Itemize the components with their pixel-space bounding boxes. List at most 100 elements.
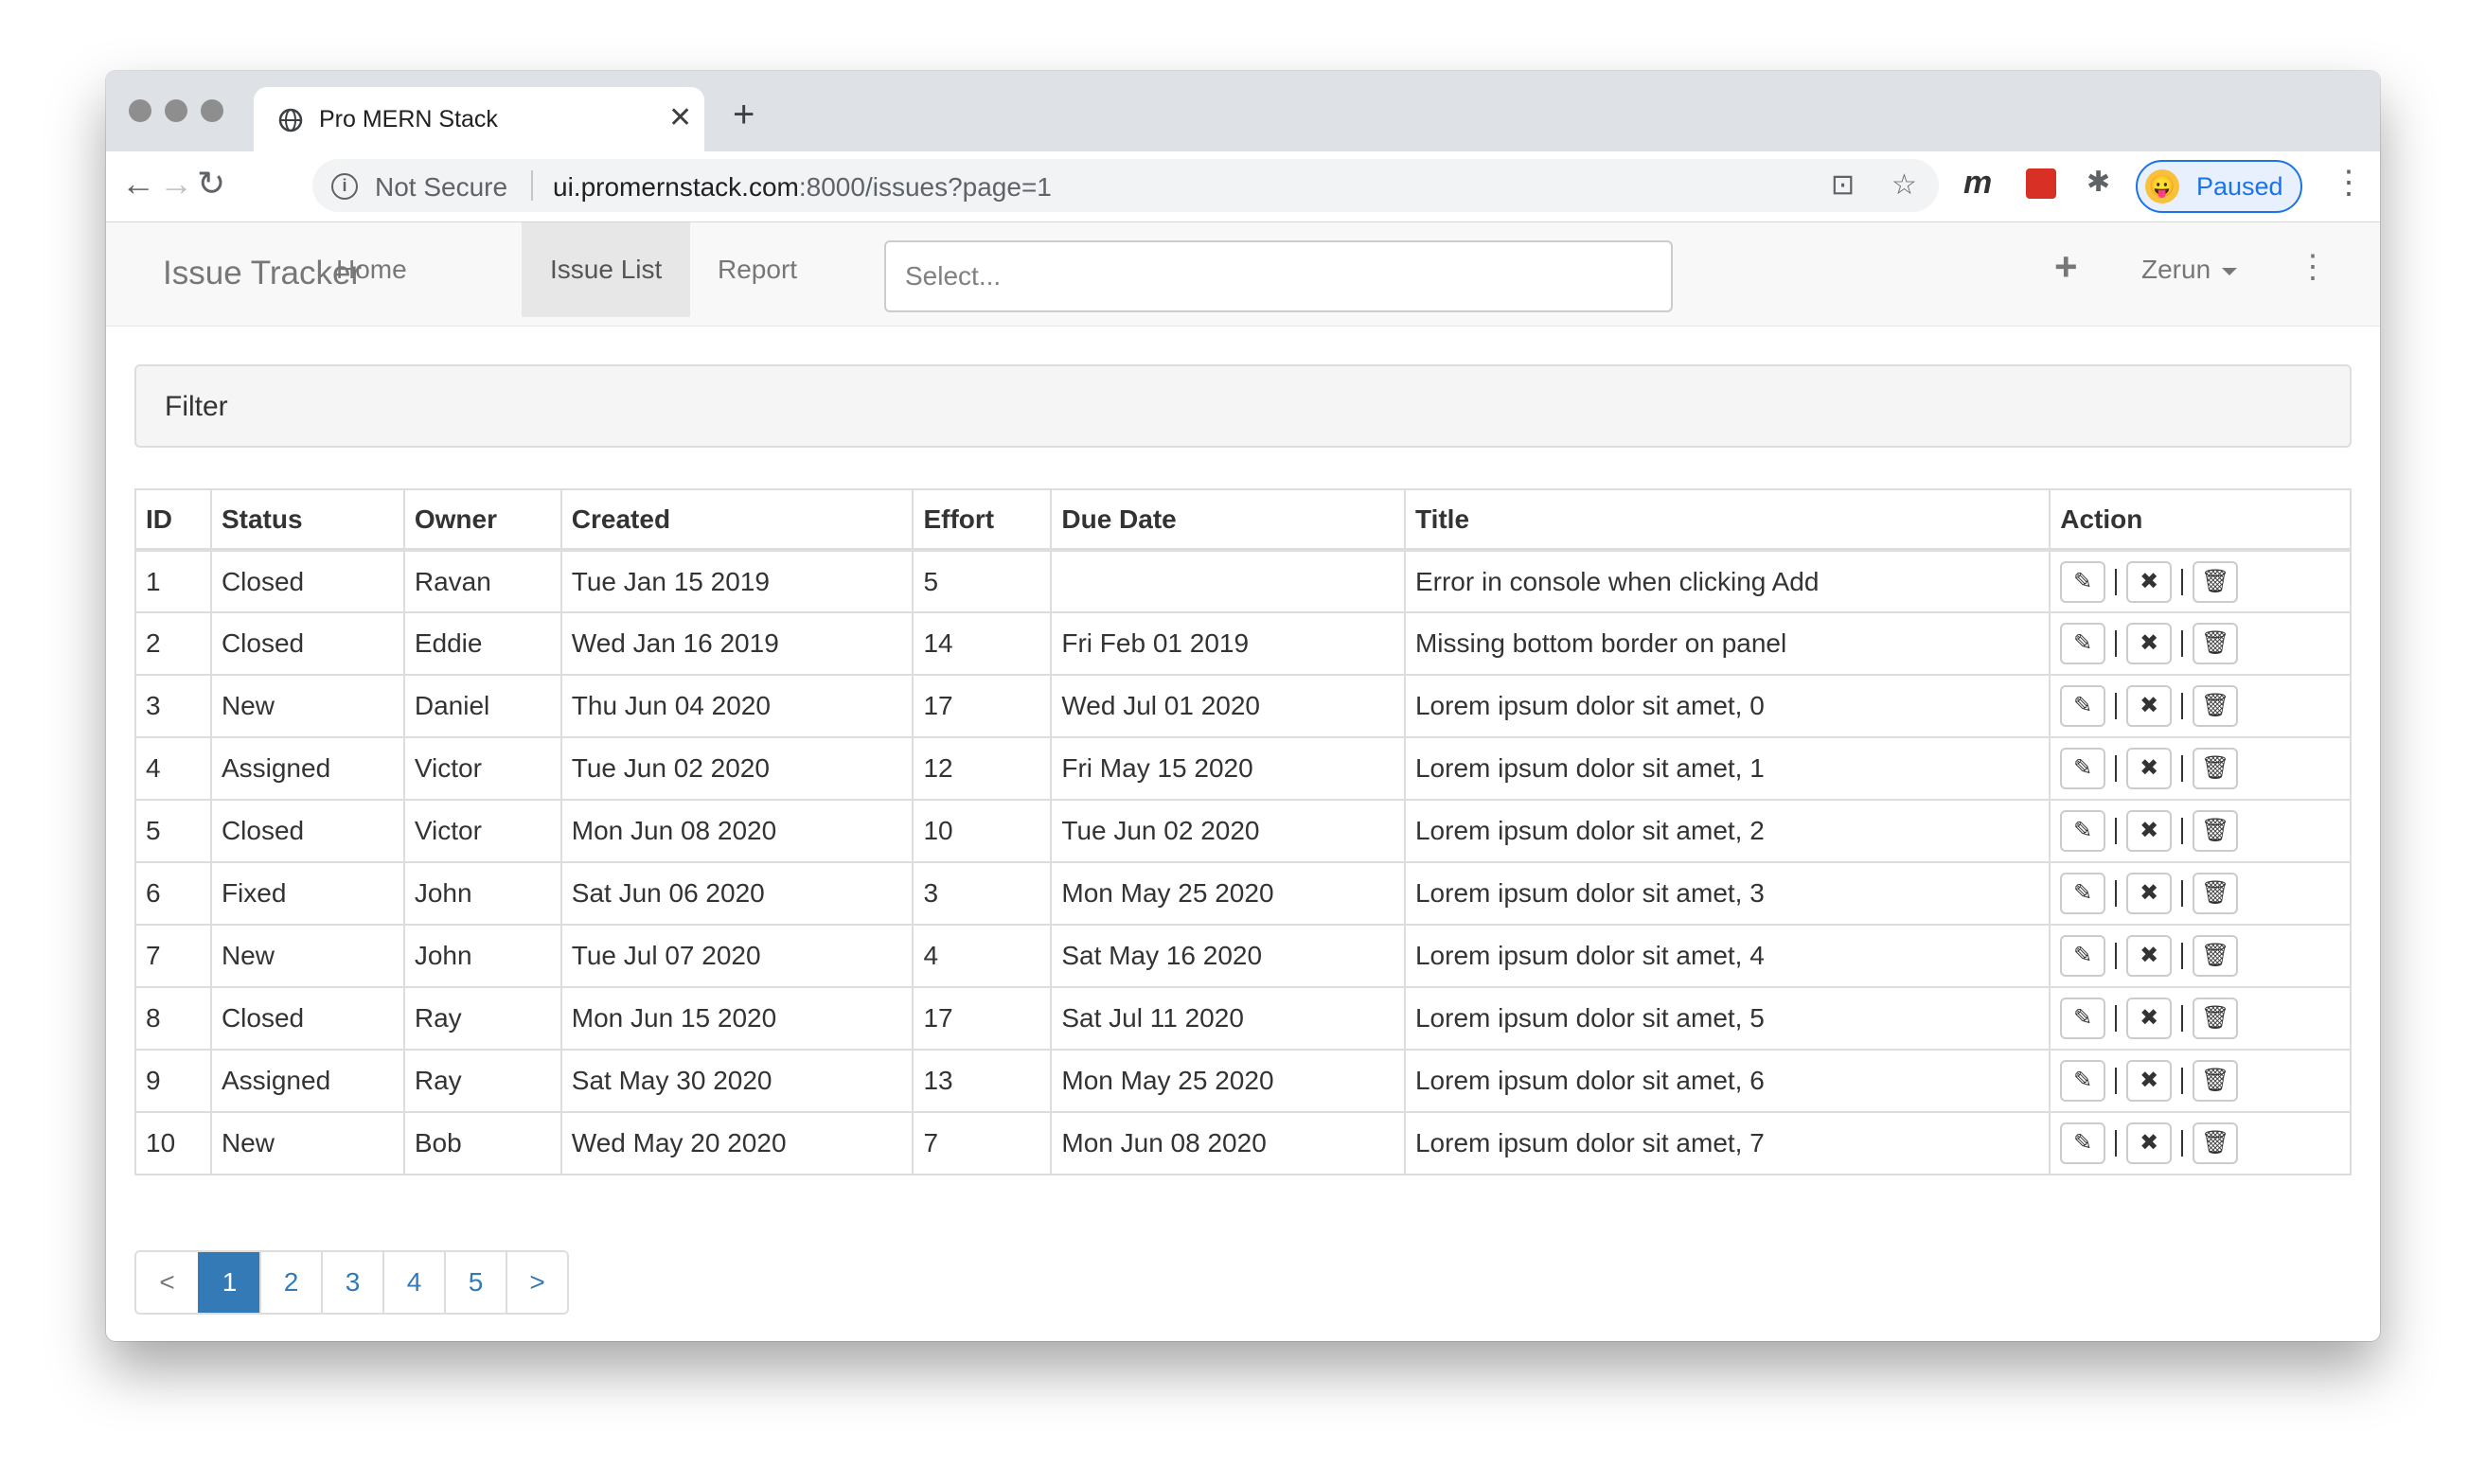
url-text[interactable]: ui.promernstack.com:8000/issues?page=1 <box>553 172 1052 203</box>
close-icon[interactable]: ✖ <box>2126 685 2173 727</box>
reload-icon[interactable]: ↻ <box>197 165 225 203</box>
table-row[interactable]: 10 New Bob Wed May 20 2020 7 Mon Jun 08 2020 L… <box>134 1111 2352 1175</box>
cell-action: ✎ ✖ 🗑 <box>2049 799 2352 863</box>
cell-title: Lorem ipsum dolor sit amet, 6 <box>1403 1049 2051 1113</box>
edit-icon[interactable]: ✎ <box>2060 748 2106 789</box>
trash-icon[interactable]: 🗑 <box>2193 748 2239 789</box>
add-issue-icon[interactable]: + <box>2054 247 2078 287</box>
table-row[interactable]: 3 New Daniel Thu Jun 04 2020 17 Wed Jul 01 20… <box>134 674 2352 738</box>
table-row[interactable]: 2 Closed Eddie Wed Jan 16 2019 14 Fri Feb 01 … <box>134 611 2352 676</box>
address-bar[interactable]: i Not Secure ui.promernstack.com:8000/is… <box>312 159 1939 212</box>
trash-icon[interactable]: 🗑 <box>2193 810 2239 852</box>
table-row[interactable]: 4 Assigned Victor Tue Jun 02 2020 12 Fri May … <box>134 736 2352 801</box>
close-icon[interactable]: ✕ <box>668 104 692 132</box>
puzzle-icon[interactable]: ✱ <box>2086 167 2110 199</box>
page-prev-button[interactable]: < <box>136 1252 198 1313</box>
new-tab-button[interactable]: + <box>733 96 755 133</box>
close-icon[interactable]: ✖ <box>2126 810 2173 852</box>
edit-icon[interactable]: ✎ <box>2060 685 2106 727</box>
cell-effort: 3 <box>912 861 1053 926</box>
table-row[interactable]: 5 Closed Victor Mon Jun 08 2020 10 Tue Jun 02… <box>134 799 2352 863</box>
close-icon[interactable]: ✖ <box>2126 748 2173 789</box>
back-arrow-icon[interactable]: ← <box>121 165 155 203</box>
info-icon[interactable]: i <box>331 173 358 200</box>
issue-search-select[interactable]: Select... <box>884 240 1673 312</box>
trash-icon[interactable]: 🗑 <box>2193 1060 2239 1102</box>
user-dropdown[interactable]: Zerun <box>2141 255 2238 285</box>
close-icon[interactable]: ✖ <box>2126 1122 2173 1164</box>
edit-icon[interactable]: ✎ <box>2060 935 2106 977</box>
forward-arrow-icon[interactable]: → <box>159 165 193 203</box>
cell-due-date: Tue Jun 02 2020 <box>1050 799 1406 863</box>
column-header-id: ID <box>134 488 212 552</box>
nav-link-issue-list[interactable]: Issue List <box>522 222 691 317</box>
action-separator <box>2181 568 2184 595</box>
profile-paused-button[interactable]: 😛 Paused <box>2136 160 2302 213</box>
column-header-effort: Effort <box>912 488 1053 552</box>
action-separator <box>2115 880 2118 907</box>
nav-link-home[interactable]: Home <box>308 222 435 317</box>
window-maximize-dot[interactable] <box>201 99 223 122</box>
action-separator <box>2181 818 2184 844</box>
table-row[interactable]: 9 Assigned Ray Sat May 30 2020 13 Mon May 25 … <box>134 1049 2352 1113</box>
trash-icon[interactable]: 🗑 <box>2193 998 2239 1039</box>
filter-panel[interactable]: Filter <box>134 364 2352 448</box>
page-button-2[interactable]: 2 <box>259 1252 321 1313</box>
security-label[interactable]: Not Secure <box>375 172 507 203</box>
close-icon[interactable]: ✖ <box>2126 623 2173 664</box>
filter-title[interactable]: Filter <box>165 391 228 423</box>
close-icon[interactable]: ✖ <box>2126 1060 2173 1102</box>
page-button-4[interactable]: 4 <box>382 1252 444 1313</box>
trash-icon[interactable]: 🗑 <box>2193 623 2239 664</box>
edit-icon[interactable]: ✎ <box>2060 623 2106 664</box>
trash-icon[interactable]: 🗑 <box>2193 873 2239 914</box>
cell-status: New <box>209 674 405 738</box>
close-icon[interactable]: ✖ <box>2126 560 2173 603</box>
trash-icon[interactable]: 🗑 <box>2193 935 2239 977</box>
close-icon[interactable]: ✖ <box>2126 998 2173 1039</box>
browser-tab[interactable]: Pro MERN Stack ✕ <box>254 87 704 151</box>
edit-icon[interactable]: ✎ <box>2060 1060 2106 1102</box>
trash-icon[interactable]: 🗑 <box>2193 560 2239 603</box>
cell-created: Tue Jul 07 2020 <box>559 924 914 988</box>
close-icon[interactable]: ✖ <box>2126 935 2173 977</box>
cell-id: 1 <box>134 549 212 613</box>
action-separator <box>2181 1005 2184 1032</box>
cell-effort: 10 <box>912 799 1053 863</box>
window-minimize-dot[interactable] <box>165 99 187 122</box>
cell-title: Error in console when clicking Add <box>1403 549 2051 613</box>
cell-id: 9 <box>134 1049 212 1113</box>
action-separator <box>2115 693 2118 719</box>
trash-icon[interactable]: 🗑 <box>2193 685 2239 727</box>
extension-red-icon[interactable] <box>2026 168 2056 199</box>
close-icon[interactable]: ✖ <box>2126 873 2173 914</box>
star-icon[interactable]: ☆ <box>1891 170 1917 201</box>
trash-icon[interactable]: 🗑 <box>2193 1122 2239 1164</box>
translate-icon[interactable]: ⊡ <box>1831 170 1855 201</box>
page-button-5[interactable]: 5 <box>444 1252 506 1313</box>
edit-icon[interactable]: ✎ <box>2060 1122 2106 1164</box>
cell-title: Missing bottom border on panel <box>1403 611 2051 676</box>
nav-link-report[interactable]: Report <box>689 222 826 317</box>
app-navbar: Issue Tracker Home Issue List Report Sel… <box>106 222 2380 327</box>
edit-icon[interactable]: ✎ <box>2060 560 2106 603</box>
page-next-button[interactable]: > <box>506 1252 567 1313</box>
page-button-1[interactable]: 1 <box>198 1252 259 1313</box>
table-row[interactable]: 1 Closed Ravan Tue Jan 15 2019 5 Error in con… <box>134 549 2352 613</box>
cell-title: Lorem ipsum dolor sit amet, 7 <box>1403 1111 2051 1175</box>
edit-icon[interactable]: ✎ <box>2060 998 2106 1039</box>
table-row[interactable]: 7 New John Tue Jul 07 2020 4 Sat May 16 2020 L… <box>134 924 2352 988</box>
page-button-3[interactable]: 3 <box>321 1252 382 1313</box>
table-row[interactable]: 6 Fixed John Sat Jun 06 2020 3 Mon May 25 202… <box>134 861 2352 926</box>
edit-icon[interactable]: ✎ <box>2060 873 2106 914</box>
cell-status: Closed <box>209 986 405 1051</box>
window-close-dot[interactable] <box>129 99 151 122</box>
browser-menu-icon[interactable]: ⋮ <box>2333 167 2365 199</box>
more-menu-icon[interactable]: ⋮ <box>2297 251 2329 283</box>
cell-id: 4 <box>134 736 212 801</box>
extension-m-icon[interactable]: m <box>1963 167 1992 199</box>
table-row[interactable]: 8 Closed Ray Mon Jun 15 2020 17 Sat Jul 11 20… <box>134 986 2352 1051</box>
action-separator <box>2115 1005 2118 1032</box>
edit-icon[interactable]: ✎ <box>2060 810 2106 852</box>
cell-due-date: Sat Jul 11 2020 <box>1050 986 1406 1051</box>
